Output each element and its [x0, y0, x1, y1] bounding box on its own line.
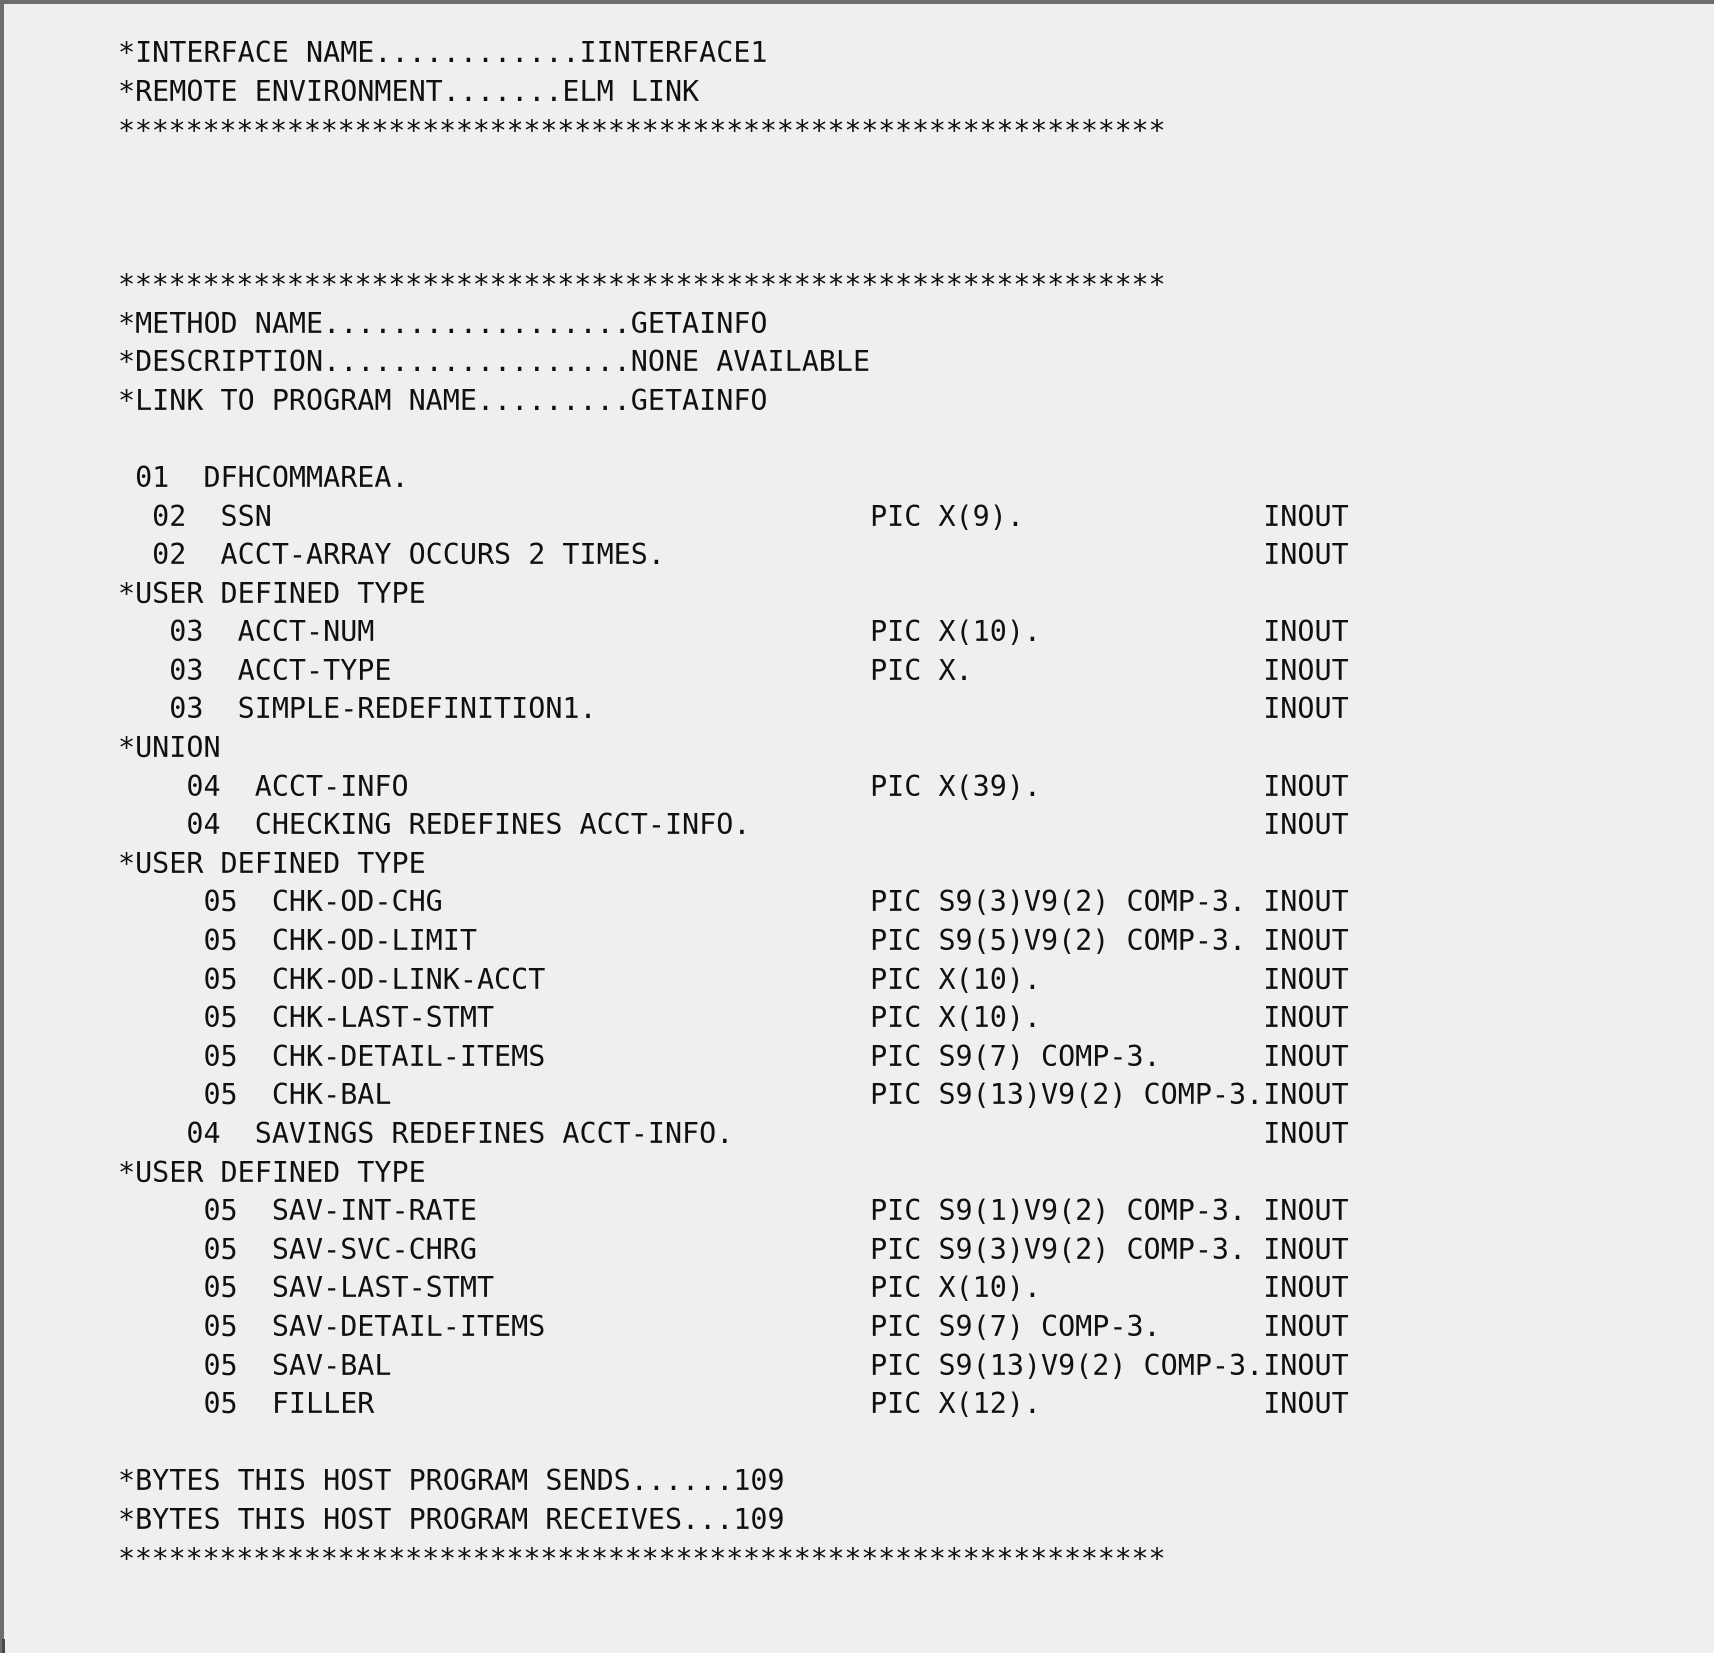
listing-line: 05 CHK-OD-CHG PIC S9(3)V9(2) COMP-3. INO…: [118, 885, 1349, 919]
listing-line: 05 CHK-LAST-STMT PIC X(10). INOUT: [118, 1001, 1349, 1035]
listing-line: 04 CHECKING REDEFINES ACCT-INFO. INOUT: [118, 808, 1349, 842]
listing-line: 01 DFHCOMMAREA.: [118, 460, 409, 494]
listing-line: [118, 227, 1698, 266]
listing-line: 05 SAV-DETAIL-ITEMS PIC S9(7) COMP-3. IN…: [118, 1309, 1349, 1343]
listing-line: 02 ACCT-ARRAY OCCURS 2 TIMES. INOUT: [118, 538, 1349, 572]
listing-line: *INTERFACE NAME............IINTERFACE1: [118, 36, 768, 70]
window-bottom-left-tick: [2, 1639, 5, 1653]
listing-line: [118, 150, 1698, 189]
listing-line: *USER DEFINED TYPE: [118, 1155, 426, 1189]
listing-line: 05 FILLER PIC X(12). INOUT: [118, 1387, 1349, 1421]
listing-page: *INTERFACE NAME............IINTERFACE1 *R…: [0, 0, 1714, 1653]
listing-line: 05 CHK-OD-LIMIT PIC S9(5)V9(2) COMP-3. I…: [118, 924, 1349, 958]
listing-line: ****************************************…: [118, 267, 1166, 301]
listing-line: *DESCRIPTION..................NONE AVAIL…: [118, 345, 871, 379]
listing-line: [118, 1424, 1698, 1463]
listing-line: 05 SAV-INT-RATE PIC S9(1)V9(2) COMP-3. I…: [118, 1194, 1349, 1228]
interface-definition-listing: *INTERFACE NAME............IINTERFACE1 *R…: [118, 34, 1698, 1578]
listing-line: 04 SAVINGS REDEFINES ACCT-INFO. INOUT: [118, 1117, 1349, 1151]
listing-line: 05 SAV-BAL PIC S9(13)V9(2) COMP-3.INOUT: [118, 1348, 1349, 1382]
listing-line: 05 SAV-LAST-STMT PIC X(10). INOUT: [118, 1271, 1349, 1305]
listing-line: 03 ACCT-TYPE PIC X. INOUT: [118, 653, 1349, 687]
window-left-edge: [0, 0, 4, 1653]
listing-line: [118, 420, 1698, 459]
window-top-edge: [0, 0, 1714, 4]
listing-line: [118, 189, 1698, 228]
listing-line: 03 ACCT-NUM PIC X(10). INOUT: [118, 615, 1349, 649]
listing-line: *USER DEFINED TYPE: [118, 846, 426, 880]
listing-line: 05 CHK-BAL PIC S9(13)V9(2) COMP-3.INOUT: [118, 1078, 1349, 1112]
listing-line: *METHOD NAME..................GETAINFO: [118, 306, 768, 340]
listing-line: *UNION: [118, 731, 221, 765]
listing-line: 03 SIMPLE-REDEFINITION1. INOUT: [118, 692, 1349, 726]
listing-line: 05 SAV-SVC-CHRG PIC S9(3)V9(2) COMP-3. I…: [118, 1232, 1349, 1266]
listing-line: *USER DEFINED TYPE: [118, 576, 426, 610]
listing-line: 05 CHK-OD-LINK-ACCT PIC X(10). INOUT: [118, 962, 1349, 996]
listing-line: ****************************************…: [118, 1541, 1166, 1575]
listing-line: ****************************************…: [118, 113, 1166, 147]
listing-line: 02 SSN PIC X(9). INOUT: [118, 499, 1349, 533]
listing-line: 04 ACCT-INFO PIC X(39). INOUT: [118, 769, 1349, 803]
listing-line: *LINK TO PROGRAM NAME.........GETAINFO: [118, 383, 768, 417]
listing-line: 05 CHK-DETAIL-ITEMS PIC S9(7) COMP-3. IN…: [118, 1039, 1349, 1073]
listing-line: *BYTES THIS HOST PROGRAM SENDS......109: [118, 1464, 785, 1498]
listing-line: *BYTES THIS HOST PROGRAM RECEIVES...109: [118, 1502, 785, 1536]
listing-line: *REMOTE ENVIRONMENT.......ELM LINK: [118, 74, 700, 108]
